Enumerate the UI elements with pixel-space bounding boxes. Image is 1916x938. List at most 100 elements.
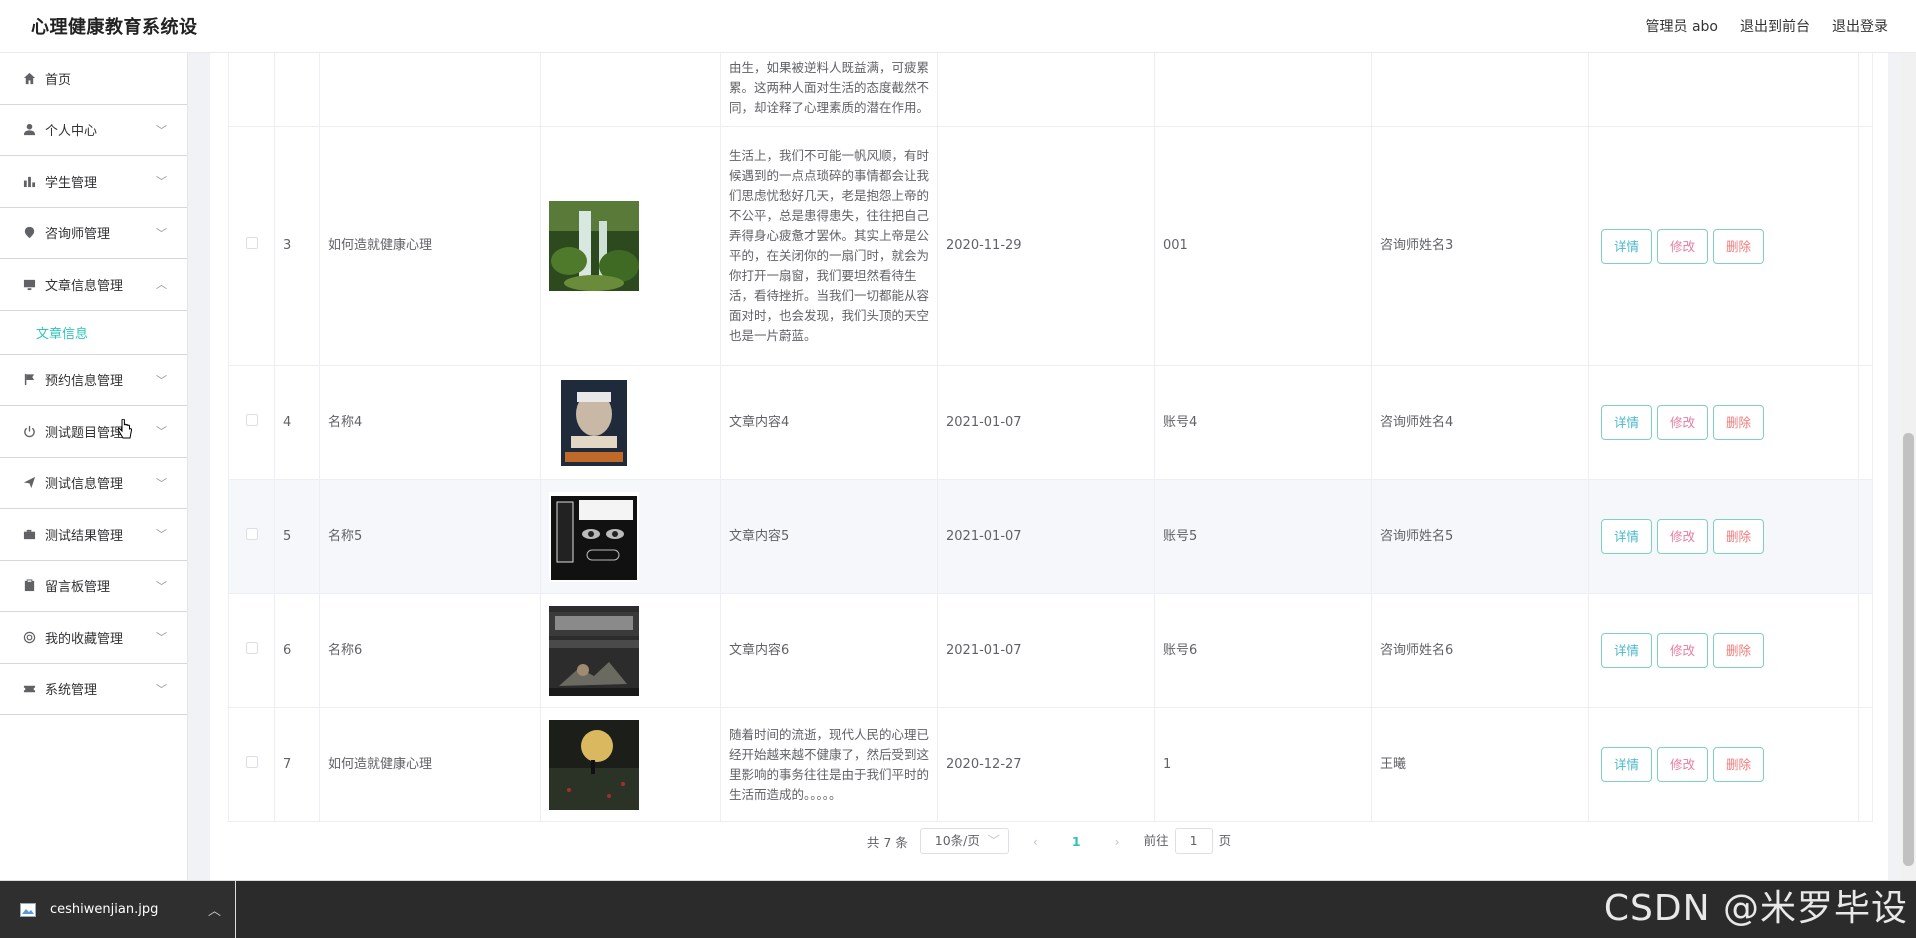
edit-button[interactable]: 修改 [1657, 747, 1709, 782]
article-date: 2021-01-07 [937, 479, 1155, 594]
counselor-name: 咨询师姓名3 [1371, 126, 1589, 366]
sidebar-item-system[interactable]: 系统管理 ﹀ [0, 664, 187, 715]
chevron-down-icon: ﹀ [987, 833, 1000, 848]
table-row: 3 如何造就健康心理 生活上，我们不可能一帆风顺，有时候遇到的一点点琐碎的事情都… [228, 126, 1873, 366]
watermark: CSDN @米罗毕设 [1603, 888, 1908, 929]
app-title: 心理健康教育系统设 [31, 17, 198, 38]
article-name: 如何造就健康心理 [319, 707, 541, 822]
delete-button[interactable]: 删除 [1713, 228, 1765, 264]
sidebar-item-appointments[interactable]: 预约信息管理 ﹀ [0, 355, 187, 406]
back-to-front-link[interactable]: 退出到前台 [1740, 16, 1810, 36]
article-content: 文章内容5 [720, 479, 938, 594]
article-table: 由生，如果被逆料人既益满，可疲累累。这两种人面对生活的态度截然不同，却诠释了心理… [228, 53, 1873, 822]
sidebar-item-message-board[interactable]: 留言板管理 ﹀ [0, 561, 187, 612]
logout-link[interactable]: 退出登录 [1832, 16, 1888, 36]
row-checkbox[interactable] [245, 527, 258, 540]
detail-button[interactable]: 详情 [1601, 747, 1653, 782]
sidebar-item-test-info[interactable]: 测试信息管理 ﹀ [0, 458, 187, 509]
sidebar-item-test-results[interactable]: 测试结果管理 ﹀ [0, 509, 187, 561]
row-id: 7 [274, 707, 320, 822]
sidebar-item-home[interactable]: 首页 [0, 53, 187, 105]
sidebar-item-label: 测试题目管理 [45, 425, 124, 441]
delete-button[interactable]: 删除 [1713, 747, 1765, 782]
article-thumbnail-book-fitness [549, 605, 639, 696]
sidebar-item-favorites[interactable]: 我的收藏管理 ﹀ [0, 612, 187, 664]
edit-button[interactable]: 修改 [1657, 519, 1709, 554]
article-name: 名称6 [319, 593, 541, 708]
row-checkbox[interactable] [245, 413, 258, 426]
detail-button[interactable]: 详情 [1601, 633, 1653, 668]
table-row: 7 如何造就健康心理 随着时间的流逝，现代人民的心理已经开始越来越不健康了，然后… [228, 707, 1873, 822]
counselor-name: 咨询师姓名5 [1371, 479, 1589, 594]
row-checkbox[interactable] [245, 237, 258, 249]
article-date: 2021-01-07 [937, 593, 1155, 708]
article-content: 由生，如果被逆料人既益满，可疲累累。这两种人面对生活的态度截然不同，却诠释了心理… [729, 60, 929, 115]
row-id: 6 [274, 593, 320, 708]
top-header: 心理健康教育系统设 管理员 abo 退出到前台 退出登录 [0, 0, 1916, 53]
detail-button[interactable]: 详情 [1601, 519, 1653, 554]
row-id: 3 [274, 126, 320, 366]
total-count: 共 7 条 [866, 834, 908, 850]
delete-button[interactable]: 删除 [1713, 519, 1765, 554]
article-content: 文章内容6 [720, 593, 938, 708]
edit-button[interactable]: 修改 [1657, 405, 1709, 440]
chevron-down-icon: ﹀ [156, 226, 167, 240]
row-checkbox[interactable] [245, 755, 258, 768]
power-icon [21, 423, 37, 439]
sidebar: 首页 个人中心 ﹀ 学生管理 ﹀ 咨询师管理 ﹀ 文章信息管理 ︿ 文章信息 预… [0, 53, 188, 880]
prev-page-icon[interactable]: ‹ [1021, 834, 1050, 849]
chevron-down-icon: ﹀ [156, 682, 167, 696]
article-name: 名称4 [319, 365, 541, 480]
sidebar-item-test-questions[interactable]: 测试题目管理 ﹀ [0, 406, 187, 458]
sidebar-item-articles[interactable]: 文章信息管理 ︿ [0, 259, 187, 311]
page-size-select[interactable]: 10条/页 ﹀ [919, 828, 1009, 854]
chevron-down-icon: ﹀ [156, 579, 167, 593]
sidebar-item-counselors[interactable]: 咨询师管理 ﹀ [0, 208, 187, 259]
edit-button[interactable]: 修改 [1657, 228, 1709, 264]
table-row: 6 名称6 文章内容6 2021-01-07 账号6 咨询师姓名6 详情 修改 … [228, 593, 1873, 708]
vertical-scrollbar[interactable] [1901, 53, 1916, 880]
sidebar-item-label: 留言板管理 [45, 580, 111, 596]
sidebar-item-students[interactable]: 学生管理 ﹀ [0, 156, 187, 208]
clipboard-icon [21, 578, 37, 594]
next-page-icon[interactable]: › [1103, 834, 1132, 849]
article-table-wrapper: 由生，如果被逆料人既益满，可疲累累。这两种人面对生活的态度截然不同，却诠释了心理… [228, 53, 1873, 822]
delete-button[interactable]: 删除 [1713, 405, 1765, 440]
row-checkbox[interactable] [245, 641, 258, 654]
chevron-down-icon: ﹀ [156, 425, 167, 439]
chevron-down-icon: ﹀ [156, 631, 167, 645]
article-account: 账号4 [1154, 365, 1372, 480]
page-number-current[interactable]: 1 [1062, 834, 1091, 849]
edit-button[interactable]: 修改 [1657, 633, 1709, 668]
flag-icon [21, 372, 37, 388]
chevron-up-icon[interactable]: ︿ [208, 900, 235, 919]
download-item[interactable]: ceshiwenjian.jpg ︿ [0, 881, 236, 938]
user-icon [21, 122, 37, 138]
sidebar-subitem-article-info[interactable]: 文章信息 [0, 311, 187, 355]
article-thumbnail-forest [549, 201, 639, 291]
sidebar-item-label: 测试信息管理 [45, 477, 124, 493]
article-account: 账号5 [1154, 479, 1372, 594]
article-account: 账号6 [1154, 593, 1372, 708]
detail-button[interactable]: 详情 [1601, 228, 1653, 264]
scrollbar-thumb[interactable] [1903, 433, 1914, 866]
header-actions: 管理员 abo 退出到前台 退出登录 [1646, 16, 1888, 36]
sidebar-item-label: 文章信息管理 [45, 278, 124, 294]
article-thumbnail-book-portrait [549, 377, 639, 468]
article-date: 2020-12-27 [937, 707, 1155, 822]
ticket-icon [21, 681, 37, 697]
detail-button[interactable]: 详情 [1601, 405, 1653, 440]
sidebar-item-label: 测试结果管理 [45, 528, 124, 544]
chevron-down-icon: ﹀ [156, 476, 167, 490]
goto-page-input[interactable]: 1 [1174, 828, 1213, 854]
goto-prefix: 前往 [1143, 833, 1169, 848]
table-row: 5 名称5 文章内容5 2021-01-07 账号5 咨询师姓名5 详情 修改 … [228, 479, 1873, 594]
image-file-icon [20, 902, 36, 917]
sidebar-item-personal[interactable]: 个人中心 ﹀ [0, 105, 187, 156]
delete-button[interactable]: 删除 [1713, 633, 1765, 668]
monitor-icon [21, 276, 37, 292]
article-name: 如何造就健康心理 [319, 126, 541, 366]
article-account: 1 [1154, 707, 1372, 822]
row-id: 5 [274, 479, 320, 594]
sidebar-item-label: 咨询师管理 [45, 227, 111, 243]
